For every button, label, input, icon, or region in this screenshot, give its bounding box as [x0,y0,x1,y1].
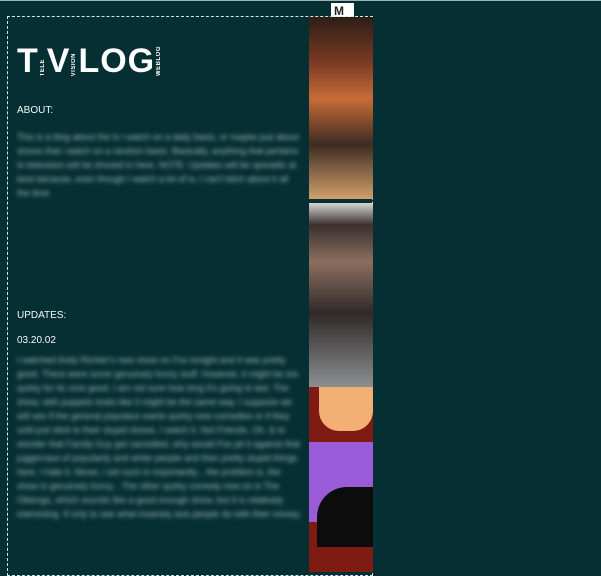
photo-2 [309,203,373,387]
photo-strip [309,17,373,572]
update-body: I watched Andy Richter's new show on Fox… [17,355,302,519]
top-border-line [0,0,601,1]
logo-vision: VISION [71,52,78,76]
photo-1 [309,17,373,199]
cartoon-hair [317,487,373,547]
about-heading: ABOUT: [17,105,54,116]
logo-t: T [17,42,39,80]
update-date: 03.20.02 [17,335,56,346]
about-body: This is a blog about the tv i watch on a… [17,132,299,198]
logo-tele: TELE [39,58,46,76]
photo-3-cartoon [309,387,373,572]
cartoon-face [319,387,373,431]
logo-weblog: WEBLOG [156,46,163,76]
updates-heading: UPDATES: [17,310,67,321]
tvlog-logo[interactable]: T TELE V VISION LOG WEBLOG [17,38,302,78]
content-column: T TELE V VISION LOG WEBLOG ABOUT: This i… [17,38,302,521]
logo-log: LOG [78,42,156,80]
logo-v: V [46,42,71,80]
